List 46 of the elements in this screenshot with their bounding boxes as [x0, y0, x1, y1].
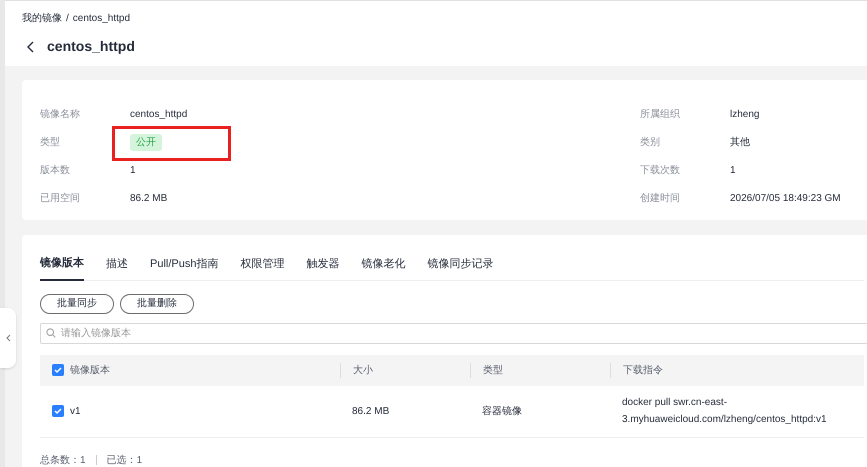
checkbox[interactable]: [52, 364, 64, 376]
tab[interactable]: 触发器: [306, 255, 340, 280]
detail-value: 1: [130, 164, 136, 178]
tab[interactable]: 镜像同步记录: [427, 255, 494, 280]
column-header: 大小: [353, 364, 373, 378]
total-count: 总条数：1: [40, 454, 86, 467]
batch-button[interactable]: 批量删除: [120, 294, 194, 314]
page-title: centos_httpd: [47, 37, 135, 56]
tab[interactable]: 描述: [106, 255, 128, 280]
column-header: 镜像版本: [70, 364, 110, 378]
checkbox[interactable]: [52, 405, 64, 417]
detail-value: lzheng: [730, 108, 760, 122]
column-header: 类型: [483, 364, 503, 378]
detail-value: 86.2 MB: [130, 192, 168, 206]
detail-value: 其他: [730, 136, 750, 150]
detail-value: 1: [730, 164, 736, 178]
detail-value: 2026/07/05 18:49:23 GM: [730, 192, 841, 206]
back-icon[interactable]: [27, 40, 35, 52]
tab[interactable]: 镜像版本: [40, 255, 84, 280]
visibility-tag: 公开: [130, 134, 162, 150]
selected-count: 已选：1: [106, 454, 142, 467]
detail-label: 类别: [640, 136, 661, 150]
detail-label: 下载次数: [640, 164, 681, 178]
tab[interactable]: 镜像老化: [361, 255, 406, 280]
table-cell-text: v1: [70, 404, 81, 418]
detail-label: 类型: [40, 136, 61, 150]
breadcrumb-current: centos_httpd: [72, 12, 130, 26]
table-cell-text: docker pull swr.cn-east-3.myhuaweicloud.com/lzheng/centos_httpd:v1: [622, 396, 828, 427]
batch-button[interactable]: 批量同步: [40, 294, 114, 314]
detail-label: 镜像名称: [40, 108, 81, 122]
tab[interactable]: 权限管理: [240, 255, 284, 280]
detail-label: 版本数: [40, 164, 71, 178]
search-field[interactable]: 请输入镜像版本: [40, 322, 867, 344]
detail-value: centos_httpd: [130, 108, 188, 122]
column-header: 下载指令: [623, 364, 663, 378]
detail-label: 创建时间: [640, 192, 681, 206]
table-cell-text: 86.2 MB: [352, 404, 390, 418]
search-icon: [46, 328, 56, 338]
sidebar-collapse-handle[interactable]: [0, 308, 16, 368]
breadcrumb-separator: /: [66, 12, 69, 26]
table-cell-text: 容器镜像: [482, 404, 522, 418]
tab[interactable]: Pull/Push指南: [150, 255, 218, 280]
chevron-left-icon: [6, 334, 10, 342]
breadcrumb-link[interactable]: 我的镜像: [22, 11, 62, 26]
detail-label: 已用空间: [40, 192, 81, 206]
detail-label: 所属组织: [640, 108, 681, 122]
